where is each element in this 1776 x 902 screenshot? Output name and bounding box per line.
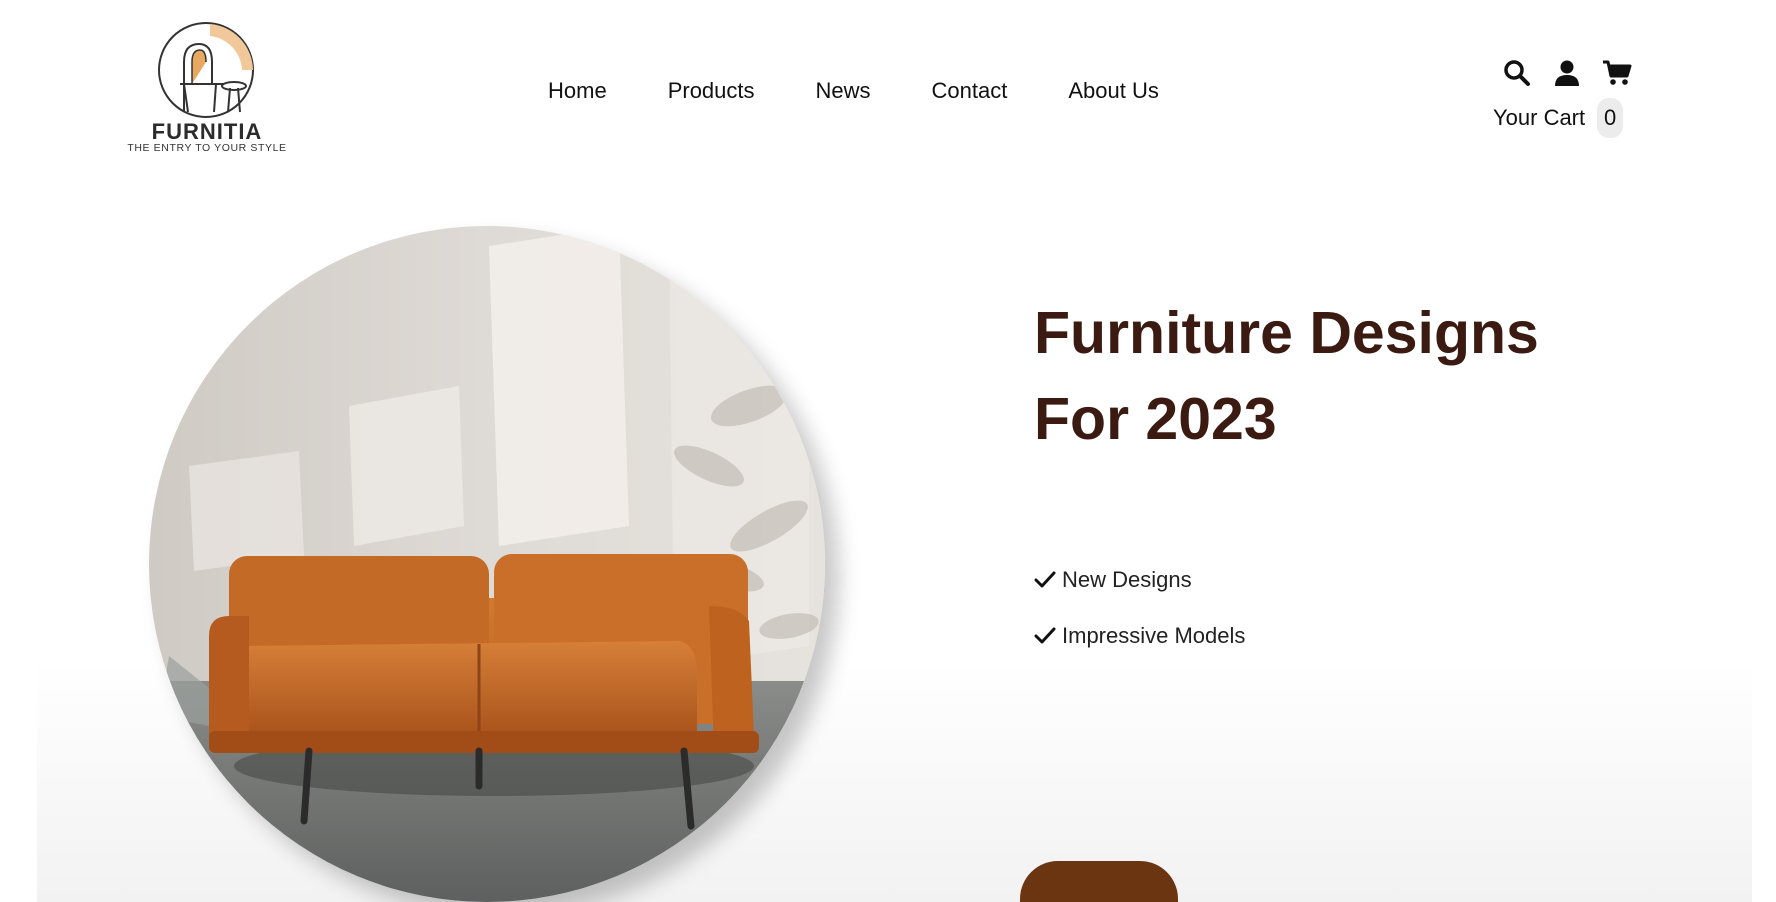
hero-title: Furniture Designs For 2023 (1034, 290, 1674, 462)
check-icon (1034, 571, 1056, 588)
nav-news[interactable]: News (816, 78, 871, 104)
nav-products[interactable]: Products (668, 78, 755, 104)
cart-icon[interactable] (1602, 58, 1632, 88)
hero-image (149, 226, 825, 902)
list-item: Impressive Models (1034, 608, 1245, 664)
nav-home[interactable]: Home (548, 78, 607, 104)
feature-label: New Designs (1062, 567, 1192, 592)
cart-label: Your Cart (1493, 105, 1586, 130)
list-item: New Designs (1034, 552, 1245, 608)
chair-logo-icon (158, 22, 254, 118)
cart-summary[interactable]: Your Cart 0 (1493, 98, 1624, 138)
nav-contact[interactable]: Contact (932, 78, 1008, 104)
sofa-image (149, 226, 825, 902)
check-icon (1034, 627, 1056, 644)
hero-title-line-1: Furniture Designs (1034, 300, 1539, 366)
page: FURNITIA THE ENTRY TO YOUR STYLE Home Pr… (0, 0, 1776, 902)
header-actions (1502, 58, 1652, 88)
hero-title-line-2: For 2023 (1034, 386, 1277, 452)
user-icon[interactable] (1552, 58, 1582, 88)
main-nav: Home Products News Contact About Us (548, 78, 1220, 104)
cart-count-badge: 0 (1597, 98, 1624, 138)
nav-about-us[interactable]: About Us (1068, 78, 1159, 104)
brand-tagline: THE ENTRY TO YOUR STYLE (127, 142, 287, 154)
search-icon[interactable] (1502, 58, 1532, 88)
feature-label: Impressive Models (1062, 623, 1246, 648)
learn-more-button[interactable]: Learn More (1020, 861, 1178, 902)
brand-logo[interactable]: FURNITIA THE ENTRY TO YOUR STYLE (124, 22, 290, 158)
feature-list: New Designs Impressive Models (1034, 552, 1245, 664)
